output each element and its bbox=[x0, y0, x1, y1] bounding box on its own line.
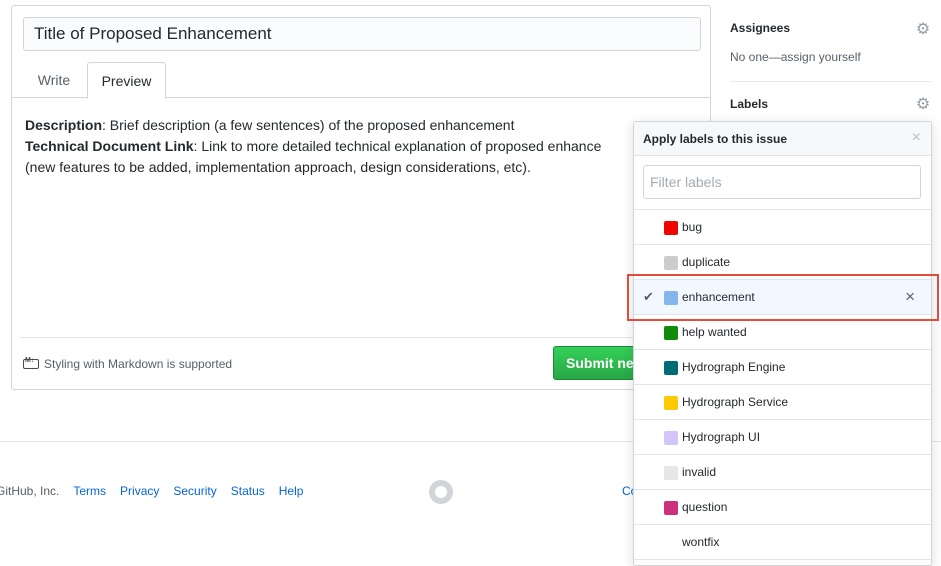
label-color-swatch bbox=[664, 291, 678, 305]
labels-popup: Apply labels to this issue × bug duplicat… bbox=[633, 121, 932, 566]
label-name: help wanted bbox=[682, 325, 747, 339]
tab-preview[interactable]: Preview bbox=[87, 62, 166, 99]
close-icon[interactable]: × bbox=[912, 130, 921, 146]
label-color-swatch bbox=[664, 536, 678, 550]
label-color-swatch bbox=[664, 326, 678, 340]
editor-tabs: Write Preview bbox=[12, 62, 710, 99]
footer-link-terms[interactable]: Terms bbox=[73, 484, 106, 498]
sidebar-divider bbox=[730, 81, 931, 82]
label-color-swatch bbox=[664, 256, 678, 270]
footer-link-status[interactable]: Status bbox=[231, 484, 265, 498]
label-item-bug[interactable]: bug bbox=[634, 210, 931, 245]
label-item-duplicate[interactable]: duplicate bbox=[634, 245, 931, 280]
labels-gear-icon[interactable]: ⚙ bbox=[915, 97, 931, 113]
preview-line-link: Technical Document Link: Link to more de… bbox=[25, 136, 645, 157]
labels-popup-header: Apply labels to this issue × bbox=[634, 122, 931, 156]
label-color-swatch bbox=[664, 431, 678, 445]
label-name: bug bbox=[682, 220, 703, 234]
label-list: bug duplicate ✔ enhancement × help wanted Hydr… bbox=[634, 210, 931, 560]
remove-label-icon[interactable]: × bbox=[905, 287, 915, 307]
label-item-hydrograph-ui[interactable]: Hydrograph UI bbox=[634, 420, 931, 455]
markdown-note[interactable]: Styling with Markdown is supported bbox=[23, 357, 232, 371]
markdown-note-text: Styling with Markdown is supported bbox=[44, 357, 233, 371]
markdown-icon bbox=[23, 357, 39, 369]
label-item-wontfix[interactable]: wontfix bbox=[634, 525, 931, 560]
label-item-question[interactable]: question bbox=[634, 490, 931, 525]
label-name: duplicate bbox=[682, 255, 731, 269]
tab-write[interactable]: Write bbox=[22, 62, 86, 98]
assignees-heading[interactable]: Assignees bbox=[730, 21, 790, 35]
label-name: Hydrograph UI bbox=[682, 430, 761, 444]
filter-labels-input[interactable] bbox=[643, 165, 921, 199]
label-item-help-wanted[interactable]: help wanted bbox=[634, 315, 931, 350]
preview-line-details: (new features to be added, implementatio… bbox=[25, 159, 531, 175]
label-color-swatch bbox=[664, 361, 678, 375]
issue-title-input[interactable] bbox=[23, 17, 701, 51]
labels-popup-title: Apply labels to this issue bbox=[643, 132, 788, 146]
assignees-gear-icon[interactable]: ⚙ bbox=[915, 22, 931, 38]
label-color-swatch bbox=[664, 396, 678, 410]
issue-editor: Write Preview Description: Brief descrip… bbox=[11, 5, 711, 390]
filter-container bbox=[634, 156, 931, 210]
preview-content: Description: Brief description (a few se… bbox=[25, 115, 645, 178]
preview-bold-link: Technical Document Link bbox=[25, 138, 194, 154]
preview-line-description: Description: Brief description (a few se… bbox=[25, 115, 645, 136]
github-logo-icon[interactable] bbox=[429, 480, 453, 504]
label-name: question bbox=[682, 500, 728, 514]
label-color-swatch bbox=[664, 466, 678, 480]
label-color-swatch bbox=[664, 221, 678, 235]
label-name: wontfix bbox=[682, 535, 720, 549]
preview-text-description: : Brief description (a few sentences) of… bbox=[102, 117, 515, 133]
editor-divider bbox=[20, 337, 710, 338]
preview-text-link: : Link to more detailed technical explan… bbox=[193, 138, 602, 154]
page-footer: GitHub, Inc. Terms Privacy Security Stat… bbox=[0, 484, 317, 498]
label-item-enhancement[interactable]: ✔ enhancement × bbox=[634, 280, 931, 315]
check-icon: ✔ bbox=[643, 289, 654, 304]
label-name: invalid bbox=[682, 465, 717, 479]
footer-link-security[interactable]: Security bbox=[173, 484, 216, 498]
footer-link-help[interactable]: Help bbox=[279, 484, 304, 498]
label-item-hydrograph-service[interactable]: Hydrograph Service bbox=[634, 385, 931, 420]
label-name: enhancement bbox=[682, 290, 755, 304]
label-item-hydrograph-engine[interactable]: Hydrograph Engine bbox=[634, 350, 931, 385]
preview-bold-description: Description bbox=[25, 117, 103, 133]
label-name: Hydrograph Service bbox=[682, 395, 789, 409]
footer-link-privacy[interactable]: Privacy bbox=[120, 484, 159, 498]
label-item-invalid[interactable]: invalid bbox=[634, 455, 931, 490]
footer-copyright: GitHub, Inc. bbox=[0, 484, 60, 498]
label-name: Hydrograph Engine bbox=[682, 360, 786, 374]
labels-heading[interactable]: Labels bbox=[730, 97, 768, 111]
assignees-value[interactable]: No one—assign yourself bbox=[730, 50, 861, 64]
label-color-swatch bbox=[664, 501, 678, 515]
